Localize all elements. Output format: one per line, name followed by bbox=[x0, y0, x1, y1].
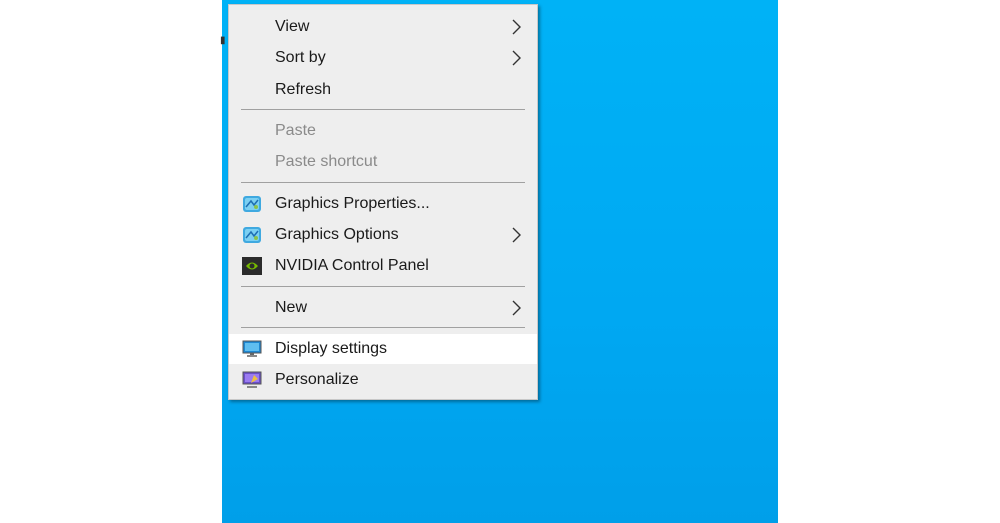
menu-item-label: Sort by bbox=[275, 49, 326, 66]
menu-separator bbox=[241, 109, 525, 110]
menu-item-label: Display settings bbox=[275, 340, 388, 357]
menu-item-label: Paste bbox=[275, 122, 316, 139]
chevron-right-icon bbox=[512, 50, 521, 66]
menu-separator bbox=[241, 327, 525, 328]
menu-item-paste-shortcut: Paste shortcut bbox=[229, 147, 537, 177]
menu-item-display-settings[interactable]: Display settings bbox=[229, 334, 537, 364]
menu-item-label: New bbox=[275, 299, 308, 316]
menu-item-new[interactable]: New bbox=[229, 293, 537, 323]
menu-item-nvidia-control-panel[interactable]: NVIDIA Control Panel bbox=[229, 251, 537, 281]
chevron-right-icon bbox=[512, 227, 521, 243]
menu-item-label: Paste shortcut bbox=[275, 153, 378, 170]
intel-graphics-icon bbox=[243, 196, 261, 212]
menu-item-personalize[interactable]: Personalize bbox=[229, 365, 537, 395]
menu-separator bbox=[241, 182, 525, 183]
personalize-icon bbox=[242, 371, 262, 388]
menu-item-label: NVIDIA Control Panel bbox=[275, 257, 429, 274]
context-menu: View Sort by Refresh Paste Paste shortcu… bbox=[228, 4, 538, 400]
menu-item-label: View bbox=[275, 18, 310, 35]
desktop-edge-icon: ▮ bbox=[220, 35, 226, 46]
menu-separator bbox=[241, 286, 525, 287]
menu-item-view[interactable]: View bbox=[229, 12, 537, 42]
menu-item-refresh[interactable]: Refresh bbox=[229, 75, 537, 105]
menu-item-graphics-properties[interactable]: Graphics Properties... bbox=[229, 189, 537, 219]
menu-item-label: Graphics Properties... bbox=[275, 195, 430, 212]
menu-item-label: Refresh bbox=[275, 81, 332, 98]
menu-item-label: Graphics Options bbox=[275, 226, 399, 243]
menu-item-graphics-options[interactable]: Graphics Options bbox=[229, 220, 537, 250]
chevron-right-icon bbox=[512, 300, 521, 316]
chevron-right-icon bbox=[512, 19, 521, 35]
nvidia-icon bbox=[242, 257, 262, 275]
menu-item-paste: Paste bbox=[229, 116, 537, 146]
intel-graphics-icon bbox=[243, 227, 261, 243]
display-icon bbox=[242, 340, 262, 357]
menu-item-label: Personalize bbox=[275, 371, 359, 388]
menu-item-sort-by[interactable]: Sort by bbox=[229, 43, 537, 73]
